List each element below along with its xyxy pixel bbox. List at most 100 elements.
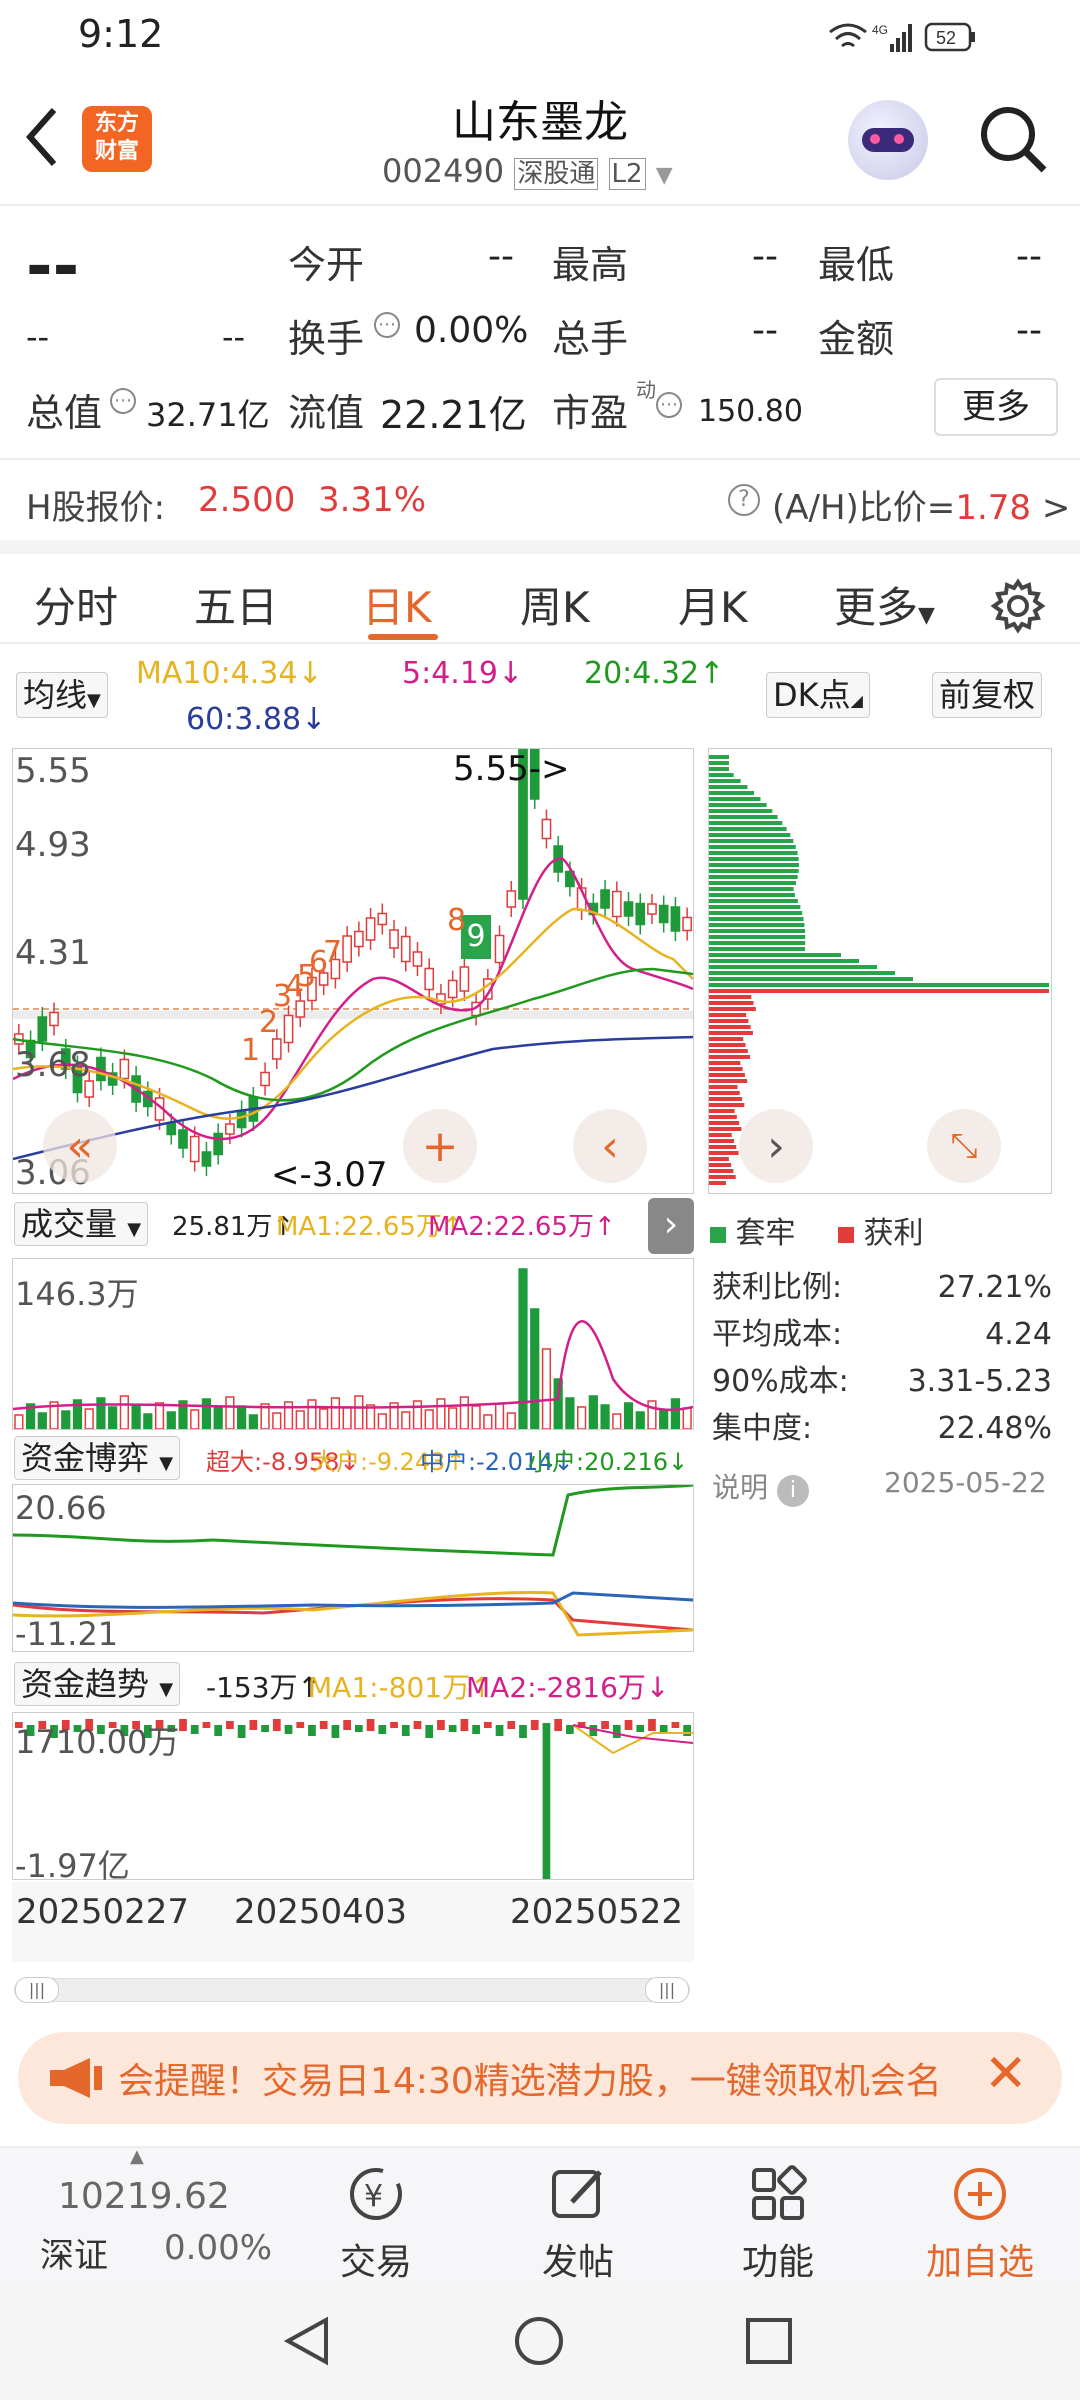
- zoom-in-plus-icon[interactable]: +: [403, 1109, 477, 1183]
- fund-trend-bar: [390, 1722, 398, 1728]
- chip-stat-value: 3.31-5.23: [907, 1364, 1052, 1399]
- kline-panel[interactable]: 5.55 4.93 4.31 3.68 3.06 5.55-> <-3.07 9…: [12, 748, 694, 1195]
- robot-assistant-icon[interactable]: [848, 100, 928, 180]
- chip-bar: [709, 911, 803, 915]
- y-label-3: 4.31: [15, 933, 91, 973]
- tab-weekly-k[interactable]: 周K: [520, 574, 590, 635]
- chip-stat-value: 22.48%: [937, 1411, 1052, 1446]
- adjust-button[interactable]: 前复权: [932, 672, 1043, 718]
- banner-text: 会提醒！交易日14:30精选潜力股，一键领取机会名: [118, 2061, 942, 2102]
- fund-trend-bar: [472, 1725, 480, 1734]
- tab-five-day[interactable]: 五日: [194, 574, 278, 635]
- chip-bar: [709, 965, 877, 969]
- fullscreen-icon[interactable]: ⤡: [927, 1109, 1001, 1183]
- dk-point-button[interactable]: DK点◢: [766, 672, 870, 718]
- chip-bar: [709, 761, 729, 765]
- nav-trade[interactable]: ¥ 交易: [330, 2164, 422, 2285]
- chip-bar: [709, 1061, 741, 1065]
- nav-functions[interactable]: 功能: [732, 2164, 824, 2285]
- candle-body: [166, 1122, 177, 1136]
- status-time: 9:12: [78, 12, 164, 56]
- scroll-left-icon[interactable]: ‹: [573, 1109, 647, 1183]
- signal-icon: [890, 24, 912, 52]
- candle-body: [342, 935, 352, 963]
- candle-body: [236, 1109, 247, 1129]
- index-name[interactable]: 深证: [40, 2228, 108, 2277]
- chip-bar: [709, 839, 794, 843]
- candle-body: [37, 1016, 48, 1042]
- promo-banner[interactable]: 会提醒！交易日14:30精选潜力股，一键领取机会名 ✕: [18, 2032, 1062, 2124]
- expand-panel-icon[interactable]: ›: [648, 1198, 694, 1254]
- chip-distribution-panel[interactable]: › ⤡: [708, 748, 1052, 1194]
- candle-body: [459, 966, 470, 992]
- high-value: --: [752, 236, 778, 277]
- pe-info-icon[interactable]: ⋯: [656, 392, 682, 418]
- volume-selector[interactable]: 成交量 ▼: [14, 1202, 149, 1246]
- tab-daily-k[interactable]: 日K: [362, 574, 432, 635]
- volume-bar: [635, 1411, 645, 1429]
- tab-monthly-k[interactable]: 月K: [678, 574, 748, 635]
- fund-game-y-bottom: -11.21: [15, 1615, 119, 1653]
- nav-post[interactable]: 发帖: [532, 2164, 624, 2285]
- fund-game-panel[interactable]: 20.66 -11.21: [12, 1484, 694, 1653]
- fund-trend-bar: [437, 1720, 445, 1730]
- expand-right-icon[interactable]: ›: [739, 1109, 813, 1183]
- fund-trend-bar: [366, 1719, 375, 1731]
- kline-chart-area: 均线▼ MA10:4.34↓ 5:4.19↓ 20:4.32↑ 60:3.88↓…: [0, 646, 1080, 2026]
- dropdown-triangle-icon[interactable]: ▼: [656, 163, 673, 188]
- chip-bar: [709, 785, 748, 789]
- fund-trend-bar: [378, 1725, 387, 1734]
- legend-trap-label: 套牢: [735, 1216, 796, 1251]
- fund-game-selector[interactable]: 资金博弈 ▼: [14, 1436, 181, 1480]
- chip-note-label: 说明: [712, 1471, 769, 1504]
- volume-bar: [412, 1400, 423, 1429]
- ma-selector[interactable]: 均线▼: [16, 672, 108, 718]
- search-icon[interactable]: [976, 102, 1050, 176]
- chip-bar: [709, 983, 1049, 987]
- chip-note[interactable]: 说明 i: [712, 1466, 809, 1507]
- fund-trend-value: -153万↑: [206, 1671, 322, 1704]
- close-icon[interactable]: ✕: [984, 2044, 1028, 2104]
- chip-stats: 获利比例: 27.21% 平均成本: 4.24 90%成本: 3.31-5.23 集中…: [712, 1264, 1052, 1452]
- fund-trend-selector[interactable]: 资金趋势 ▼: [14, 1662, 181, 1706]
- range-handle-left[interactable]: |||: [15, 1977, 59, 2003]
- h-share-label: H股报价:: [26, 488, 166, 528]
- chip-bar: [709, 893, 795, 897]
- fund-trend-panel[interactable]: 1710.00万 -1.97亿: [12, 1712, 694, 1885]
- chip-bar: [709, 1031, 753, 1035]
- system-back-icon[interactable]: [280, 2314, 334, 2368]
- scroll-left-fast-icon[interactable]: «: [43, 1109, 117, 1183]
- ah-ratio-value: 1.78: [955, 488, 1032, 528]
- add-circle-icon: [954, 2168, 1006, 2220]
- system-recents-icon[interactable]: [744, 2316, 794, 2366]
- ah-ratio-row[interactable]: (A/H)比价=1.78 >: [772, 480, 1070, 529]
- volume-bar: [448, 1407, 458, 1429]
- tab-intraday[interactable]: 分时: [34, 574, 118, 635]
- more-button[interactable]: 更多: [934, 378, 1058, 436]
- candle-body: [635, 902, 646, 926]
- chip-date: 2025-05-22: [884, 1466, 1047, 1499]
- turnover-info-icon[interactable]: ⋯: [374, 312, 400, 338]
- float-cap-value: 22.21亿: [380, 393, 527, 437]
- chip-bar: [709, 863, 799, 867]
- volume-panel[interactable]: 146.3万: [12, 1258, 694, 1430]
- help-icon[interactable]: ?: [728, 484, 760, 516]
- range-scrollbar[interactable]: ||| |||: [14, 1977, 690, 2003]
- system-home-icon[interactable]: [512, 2314, 566, 2368]
- chip-bar: [709, 1145, 737, 1149]
- tab-more[interactable]: 更多▼: [834, 574, 935, 635]
- float-cap-label: 流值: [288, 391, 365, 435]
- market-cap-info-icon[interactable]: ⋯: [110, 388, 136, 414]
- amount-value: --: [1016, 310, 1042, 351]
- nav-add-watchlist[interactable]: 加自选: [920, 2164, 1040, 2285]
- post-edit-icon: [552, 2170, 602, 2218]
- index-value[interactable]: 10219.62: [58, 2176, 230, 2217]
- chip-bar: [709, 905, 801, 909]
- chip-bar: [709, 1157, 729, 1161]
- nav-functions-label: 功能: [741, 2242, 814, 2283]
- corner-triangle-icon: ◢: [850, 691, 863, 710]
- range-handle-right[interactable]: |||: [645, 1977, 689, 2003]
- settings-gear-icon[interactable]: [990, 578, 1046, 634]
- chip-bar: [709, 1085, 738, 1089]
- chevron-right-icon: >: [1041, 488, 1071, 528]
